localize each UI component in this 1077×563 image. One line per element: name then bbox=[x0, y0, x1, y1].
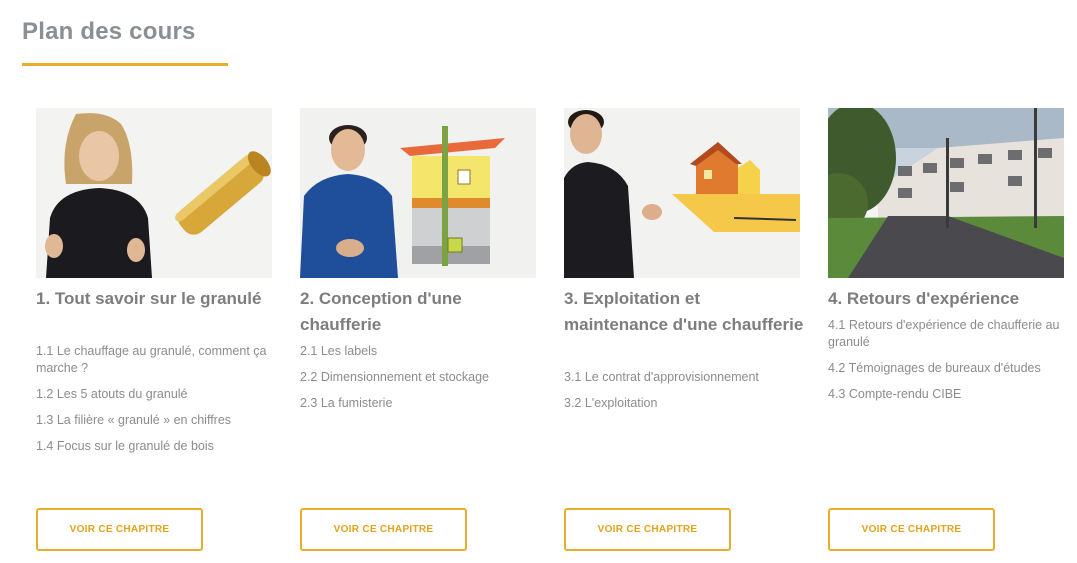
lesson-item[interactable]: 4.3 Compte-rendu CIBE bbox=[828, 386, 1073, 403]
title-underline bbox=[22, 63, 228, 66]
view-chapter-button[interactable]: VOIR CE CHAPITRE bbox=[828, 508, 995, 551]
presenter-woman-with-pellet-image bbox=[36, 108, 272, 278]
view-chapter-button[interactable]: VOIR CE CHAPITRE bbox=[564, 508, 731, 551]
lesson-item[interactable]: 3.2 L'exploitation bbox=[564, 395, 809, 412]
lesson-item[interactable]: 2.3 La fumisterie bbox=[300, 395, 545, 412]
residential-buildings-photo-image bbox=[828, 108, 1064, 278]
lesson-list: 1.1 Le chauffage au granulé, comment ça … bbox=[36, 343, 281, 464]
lesson-list: 3.1 Le contrat d'approvisionnement 3.2 L… bbox=[564, 369, 809, 421]
lesson-item[interactable]: 1.4 Focus sur le granulé de bois bbox=[36, 438, 281, 455]
view-chapter-button[interactable]: VOIR CE CHAPITRE bbox=[300, 508, 467, 551]
lesson-item[interactable]: 1.3 La filière « granulé » en chiffres bbox=[36, 412, 281, 429]
lesson-item[interactable]: 1.1 Le chauffage au granulé, comment ça … bbox=[36, 343, 281, 377]
chapter-title: 4. Retours d'expérience bbox=[828, 289, 1020, 308]
presenter-man-with-house-delivery-image bbox=[564, 108, 800, 278]
lesson-item[interactable]: 1.2 Les 5 atouts du granulé bbox=[36, 386, 281, 403]
chapter-title: 1. Tout savoir sur le granulé bbox=[36, 289, 262, 308]
page-title: Plan des cours bbox=[22, 18, 196, 45]
lesson-item[interactable]: 4.1 Retours d'expérience de chaufferie a… bbox=[828, 317, 1073, 351]
view-chapter-button[interactable]: VOIR CE CHAPITRE bbox=[36, 508, 203, 551]
chapter-card-4: 4. Retours d'expérience 4.1 Retours d'ex… bbox=[828, 108, 1073, 558]
lesson-item[interactable]: 4.2 Témoignages de bureaux d'études bbox=[828, 360, 1073, 377]
chapter-card-3: 3. Exploitation et maintenance d'une cha… bbox=[564, 108, 809, 558]
lesson-list: 2.1 Les labels 2.2 Dimensionnement et st… bbox=[300, 343, 545, 421]
chapter-thumbnail[interactable] bbox=[300, 108, 536, 278]
lesson-item[interactable]: 3.1 Le contrat d'approvisionnement bbox=[564, 369, 809, 386]
chapter-thumbnail[interactable] bbox=[36, 108, 272, 278]
chapter-card-2: 2. Conception d'une chaufferie 2.1 Les l… bbox=[300, 108, 545, 558]
chapter-title: 2. Conception d'une chaufferie bbox=[300, 289, 462, 334]
lesson-item[interactable]: 2.1 Les labels bbox=[300, 343, 545, 360]
lesson-list: 4.1 Retours d'expérience de chaufferie a… bbox=[828, 317, 1073, 412]
chapter-thumbnail[interactable] bbox=[828, 108, 1064, 278]
chapter-title: 3. Exploitation et maintenance d'une cha… bbox=[564, 289, 804, 334]
presenter-man-with-house-cutaway-image bbox=[300, 108, 536, 278]
lesson-item[interactable]: 2.2 Dimensionnement et stockage bbox=[300, 369, 545, 386]
chapter-thumbnail[interactable] bbox=[564, 108, 800, 278]
chapter-card-1: 1. Tout savoir sur le granulé 1.1 Le cha… bbox=[36, 108, 281, 558]
